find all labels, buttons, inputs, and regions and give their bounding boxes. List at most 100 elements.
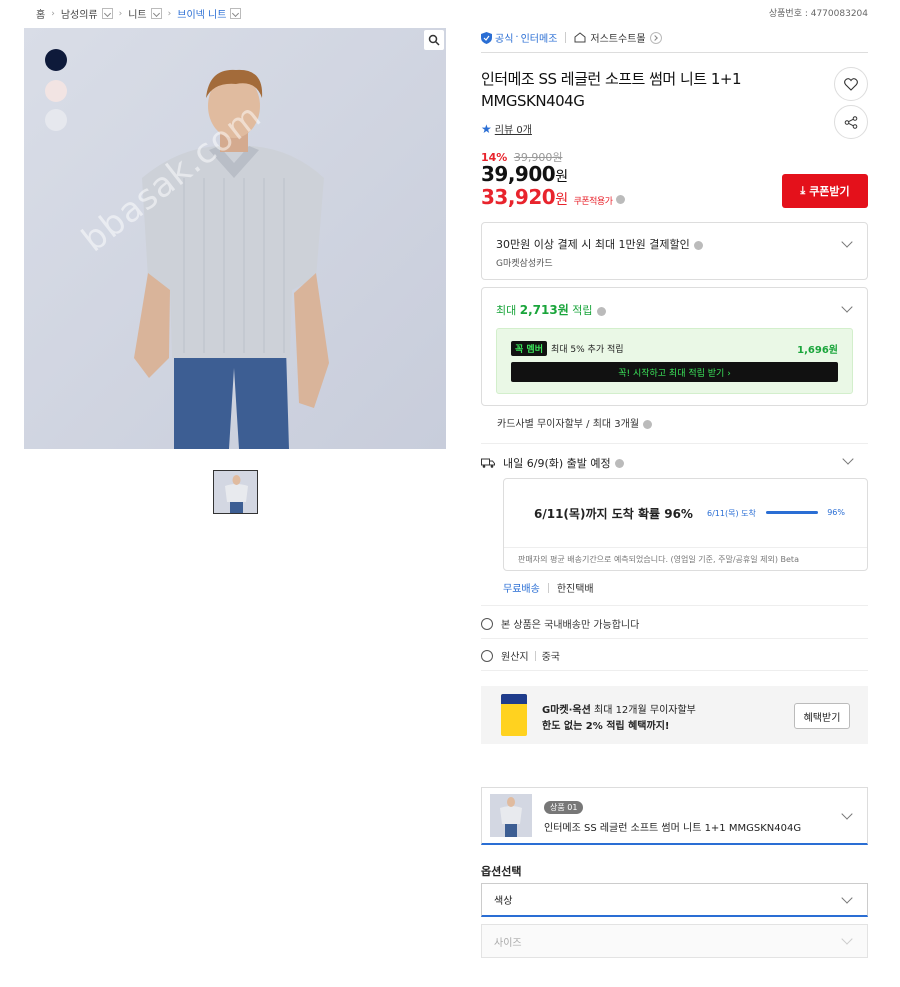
divider [547, 582, 549, 593]
shipping-row: 내일 6/9(화) 출발 예정 [481, 455, 624, 471]
arrival-note: 판매자의 평균 배송기간으로 예측되었습니다. (영업일 기준, 주말/공휴일 … [518, 555, 799, 564]
truck-icon [481, 458, 495, 468]
star-icon: ★ [481, 121, 492, 136]
dropdown-icon[interactable] [101, 8, 113, 19]
info-icon[interactable] [614, 458, 624, 468]
coupon-price: 33,920 원 쿠폰적용가 [481, 185, 626, 209]
dropdown-icon[interactable] [150, 8, 162, 19]
info-icon[interactable] [693, 240, 703, 250]
info-icon[interactable] [616, 195, 626, 204]
product-main-image[interactable]: bbasak.com [24, 28, 446, 449]
info-icon[interactable] [596, 306, 606, 316]
credit-card-icon [501, 694, 527, 736]
heart-icon [844, 77, 858, 91]
store-link[interactable]: 저스트수트몰 [590, 30, 645, 45]
divider [565, 32, 567, 43]
color-select-value: 색상 [494, 896, 513, 907]
origin-value: 중국 [541, 652, 561, 663]
official-badge-icon [481, 31, 492, 44]
card-discount-title: 30만원 이상 결제 시 최대 1만원 결제할인 [496, 238, 690, 251]
share-icon [844, 115, 858, 129]
chevron-right-icon: › [51, 8, 55, 19]
breadcrumb: 홈 › 남성의류 › 니트 › 브이넥 니트 [36, 6, 242, 21]
installment-text: 카드사별 무이자할부 / 최대 3개월 [497, 419, 640, 430]
chevron-down-icon [841, 892, 853, 904]
divider [481, 52, 868, 53]
product-thumbnail[interactable] [213, 470, 258, 514]
review-link[interactable]: ★ 리뷰 0개 [481, 121, 532, 137]
membership-card: 꼭 멤버 최대 5% 추가 적립 1,696원 꼭! 시작하고 최대 적립 받기… [496, 328, 853, 394]
color-select[interactable]: 색상 [481, 883, 868, 917]
breadcrumb-level2[interactable]: 니트 [128, 6, 146, 21]
color-swatch-gray[interactable] [45, 109, 67, 131]
shipping-method: 무료배송 한진택배 [503, 580, 594, 595]
product-number-badge: 상품 01 [544, 801, 584, 814]
size-select[interactable]: 사이즈 [481, 924, 868, 958]
chevron-right-icon: › [167, 8, 172, 19]
domestic-text: 본 상품은 국내배송만 가능합니다 [501, 620, 640, 631]
divider [504, 547, 867, 548]
color-swatch-pink[interactable] [45, 80, 67, 102]
breadcrumb-home[interactable]: 홈 [36, 6, 45, 21]
card-discount-box[interactable]: 30만원 이상 결제 시 최대 1만원 결제할인 G마켓삼성카드 [481, 222, 868, 280]
divider [534, 650, 536, 661]
wishlist-button[interactable] [834, 67, 868, 101]
promo-subtext: 한도 없는 2% 적립 혜택까지! [542, 721, 670, 732]
card-name: G마켓삼성카드 [496, 259, 553, 269]
coupon-applied-label: 쿠폰적용가 [573, 197, 613, 207]
chevron-down-icon[interactable] [841, 301, 853, 313]
shipping-depart: 내일 6/9(화) 출발 예정 [503, 457, 611, 470]
option-product-card[interactable]: 상품 01 인터메조 SS 레글런 소프트 썸머 니트 1+1 MMGSKN40… [481, 787, 868, 845]
divider [481, 443, 868, 444]
zoom-button[interactable] [424, 30, 444, 50]
arrival-percent: 96% [827, 508, 845, 517]
thumbnail-illustration [500, 797, 522, 837]
chevron-down-icon [841, 236, 853, 248]
sale-price: 39,900원 [481, 162, 568, 186]
product-title: 인터메조 SS 레글런 소프트 썸머 니트 1+1 MMGSKN404G [481, 70, 742, 110]
share-button[interactable] [834, 105, 868, 139]
origin-row: 원산지 중국 [481, 648, 560, 663]
color-swatch-navy[interactable] [45, 49, 67, 71]
review-count: 리뷰 0개 [494, 125, 532, 136]
divider [481, 605, 868, 606]
info-icon[interactable] [643, 419, 653, 429]
globe-icon [481, 617, 493, 630]
membership-amount: 1,696원 [797, 345, 838, 356]
size-select-value: 사이즈 [494, 937, 522, 949]
promo-text: 최대 12개월 무이자할부 [590, 705, 696, 716]
breadcrumb-level3[interactable]: 브이넥 니트 [177, 6, 226, 21]
chevron-right-icon: › [118, 8, 123, 19]
arrival-estimate-box: 6/11(목)까지 도착 확률 96% 6/11(목) 도착 96% 판매자의 … [503, 478, 868, 571]
chevron-down-icon [841, 933, 853, 945]
option-product-thumbnail [490, 794, 532, 837]
arrival-probability: 6/11(목)까지 도착 확률 96% [534, 507, 693, 521]
magnifier-icon [481, 649, 493, 662]
membership-badge: 꼭 멤버 [511, 341, 547, 356]
dropdown-icon[interactable] [230, 8, 242, 19]
points-title[interactable]: 최대 2,713원 적립 [496, 301, 606, 318]
chevron-down-icon[interactable] [842, 453, 854, 465]
promo-brand: G마켓·옥션 [542, 705, 591, 716]
official-badge-label: 공식 [495, 34, 514, 45]
arrival-progress-bar [766, 511, 818, 514]
domestic-row: 본 상품은 국내배송만 가능합니다 [481, 616, 639, 631]
chevron-right-icon[interactable] [649, 31, 662, 44]
home-icon [574, 32, 586, 43]
free-shipping-label: 무료배송 [503, 584, 540, 595]
divider [481, 670, 868, 671]
download-icon: ⤓ [800, 184, 806, 197]
brand-link[interactable]: 인터메조 [521, 30, 558, 45]
option-product-name: 인터메조 SS 레글런 소프트 썸머 니트 1+1 MMGSKN404G [544, 823, 802, 834]
chevron-down-icon [841, 808, 853, 820]
divider [481, 638, 868, 639]
search-icon [428, 34, 440, 46]
coupon-button[interactable]: ⤓ 쿠폰받기 [782, 174, 868, 208]
breadcrumb-level1[interactable]: 남성의류 [61, 6, 98, 21]
product-number: 상품번호 : 4770083204 [768, 9, 868, 19]
arrival-date-small: 6/11(목) 도착 [707, 509, 756, 518]
option-select-label: 옵션선택 [481, 865, 522, 878]
membership-cta-button[interactable]: 꼭! 시작하고 최대 적립 받기 › [511, 362, 838, 382]
thumbnail-illustration [225, 475, 248, 513]
benefit-button[interactable]: 혜택받기 [794, 703, 850, 729]
